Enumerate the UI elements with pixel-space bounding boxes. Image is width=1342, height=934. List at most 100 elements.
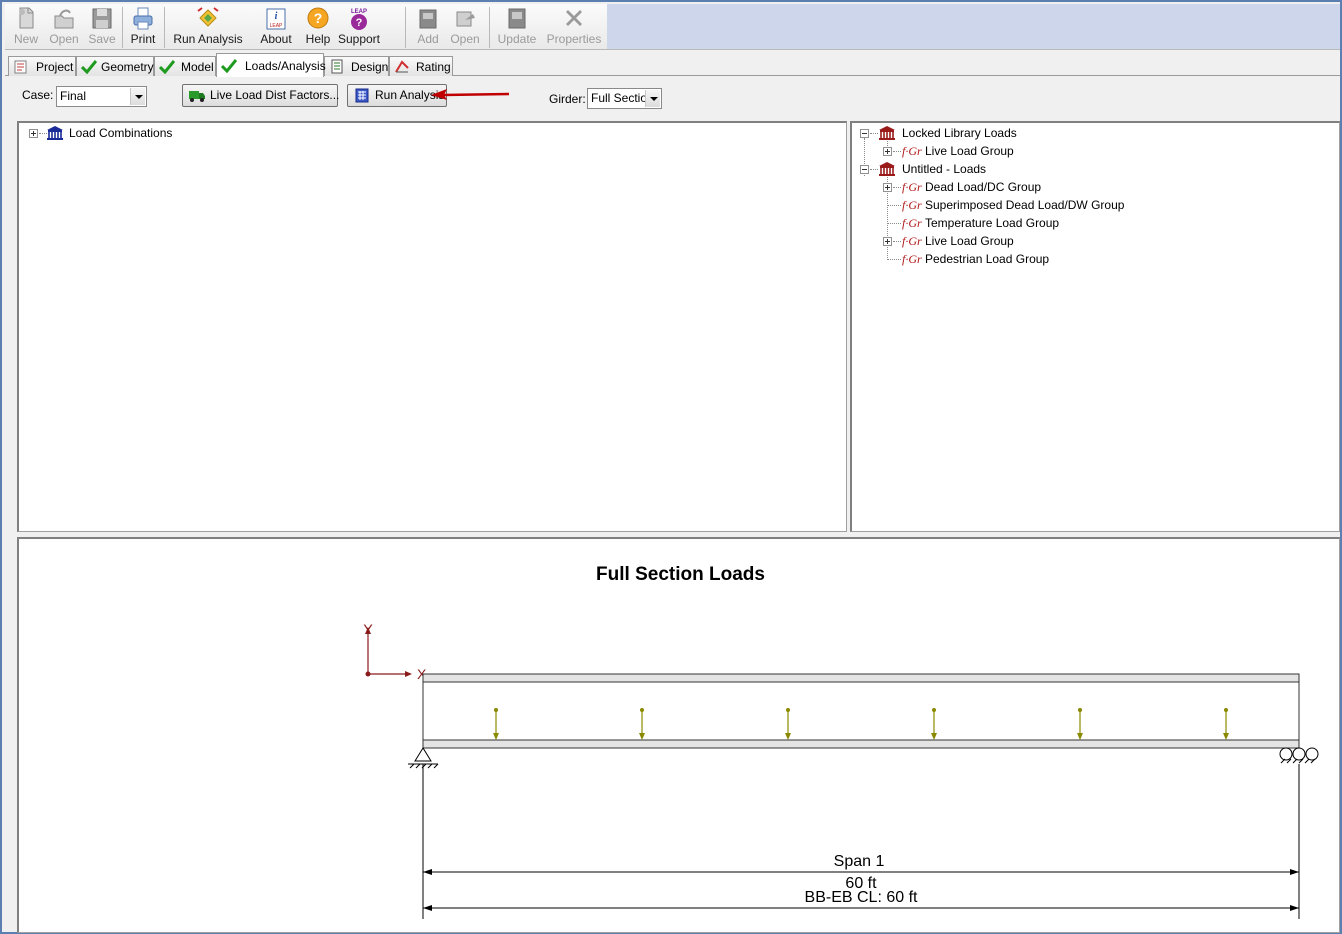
tree-item-label: Locked Library Loads [902,126,1017,140]
checkmark-icon [221,59,237,73]
open-button[interactable]: Open [47,5,81,49]
toolbar-separator [405,7,406,48]
group-icon: f·Gr [902,180,922,194]
help-button[interactable]: ? Help [301,5,335,49]
add-icon [419,9,437,29]
toolbar-separator [489,7,490,48]
tab-rating[interactable]: Rating [389,56,453,76]
tab-design[interactable]: Design [324,56,389,76]
checkmark-icon [81,60,97,74]
collapse-minus-icon[interactable] [860,129,869,138]
about-button[interactable]: i LEAP About [257,5,295,49]
tab-label: Geometry [101,60,154,74]
update-icon [508,8,526,29]
tab-label: Loads/Analysis [245,59,326,73]
new-icon [19,7,34,29]
tab-label: Project [36,60,74,74]
run-analysis-toolbar-button[interactable]: Run Analysis [169,5,247,49]
tree-connector [887,223,901,224]
tree-item-locked-library-loads[interactable]: Locked Library Loads [860,124,1260,142]
girder-select[interactable]: Full Section [587,88,662,109]
open-item-label: Open [450,32,480,46]
axis-y-label: Y [363,621,373,637]
tree-item-group[interactable]: f·Gr Pedestrian Load Group [883,250,1303,268]
library-building-icon [879,162,895,176]
roller-support-icon [1279,747,1319,764]
open-item-icon [456,11,475,27]
update-label: Update [497,32,537,46]
load-arrow [785,708,791,740]
support-icon: LEAP ? [351,9,367,30]
tab-bar: Project Geometry Model Loads/Analysis De… [5,51,1340,77]
svg-text:?: ? [314,10,323,26]
new-label: New [13,32,38,46]
chevron-down-icon[interactable] [645,90,660,107]
tree-item-group[interactable]: f·Gr Superimposed Dead Load/DW Group [883,196,1303,214]
toolbar: New Open Save Print Run Analysis i LEAP … [5,4,607,50]
load-arrow [931,708,937,740]
print-label: Print [130,32,156,46]
tree-item-label: Load Combinations [69,126,173,140]
new-button[interactable]: New [11,5,41,49]
open-item-button[interactable]: Open [447,5,483,49]
live-load-dist-factors-label: Live Load Dist Factors... [210,88,340,102]
chevron-down-icon[interactable] [130,88,145,105]
tree-item-label: Superimposed Dead Load/DW Group [925,198,1125,212]
expand-plus-icon[interactable] [883,183,892,192]
support-button[interactable]: LEAP ? Support [335,5,383,49]
expand-plus-icon[interactable] [29,129,38,138]
case-label: Case: [22,88,54,102]
properties-button[interactable]: Properties [545,5,603,49]
save-disk-icon [92,8,112,29]
print-button[interactable]: Print [126,5,160,49]
add-button[interactable]: Add [413,5,443,49]
tab-geometry[interactable]: Geometry [76,56,154,76]
tab-label: Model [181,60,214,74]
tree-connector [887,259,901,260]
tree-connector [893,241,901,242]
tree-item-group[interactable]: f·Gr Live Load Group [883,232,1303,250]
tree-item-group[interactable]: f·Gr Temperature Load Group [883,214,1303,232]
save-button[interactable]: Save [87,5,117,49]
expand-plus-icon[interactable] [883,147,892,156]
design-icon [331,59,343,74]
tree-connector [893,151,901,152]
tree-item-label: Pedestrian Load Group [925,252,1050,266]
calculator-icon [355,88,369,103]
truck-icon [189,91,205,102]
load-arrow [639,708,645,740]
tree-connector [870,169,878,170]
group-icon: f·Gr [902,216,922,230]
tab-project[interactable]: Project [8,56,76,76]
toolbar-empty-area [607,4,1340,50]
run-analysis-label: Run Analysis [173,32,243,46]
tree-item-label: Temperature Load Group [925,216,1060,230]
collapse-minus-icon[interactable] [860,165,869,174]
run-analysis-icon [197,7,219,27]
beam-diagram: Y X [363,621,1319,919]
support-label: Support [337,32,381,46]
rating-icon [395,60,409,73]
overall-length-label: BB-EB CL: 60 ft [804,889,918,906]
tab-loads-analysis[interactable]: Loads/Analysis [216,53,326,77]
tab-model[interactable]: Model [154,56,216,76]
expand-plus-icon[interactable] [883,237,892,246]
properties-label: Properties [546,32,602,46]
open-label: Open [49,32,79,46]
load-arrows [493,708,1229,740]
load-combinations-tree[interactable]: Load Combinations [17,121,847,532]
update-button[interactable]: Update [495,5,539,49]
load-arrow [1223,708,1229,740]
tree-item-group[interactable]: f·Gr Live Load Group [883,142,1283,160]
tree-item-group[interactable]: f·Gr Dead Load/DC Group [883,178,1303,196]
help-label: Help [305,32,331,46]
add-label: Add [417,32,439,46]
tree-item-label: Live Load Group [925,144,1014,158]
tree-item-load-combinations[interactable]: Load Combinations [27,124,327,142]
tree-item-untitled-loads[interactable]: Untitled - Loads [860,160,1260,178]
case-select[interactable]: Final [56,86,147,107]
tree-item-label: Live Load Group [925,234,1014,248]
loads-tree[interactable]: Locked Library Loads f·Gr Live Load Grou… [850,121,1340,532]
live-load-dist-factors-button[interactable]: Live Load Dist Factors... [182,84,340,107]
svg-text:LEAP: LEAP [270,23,283,29]
